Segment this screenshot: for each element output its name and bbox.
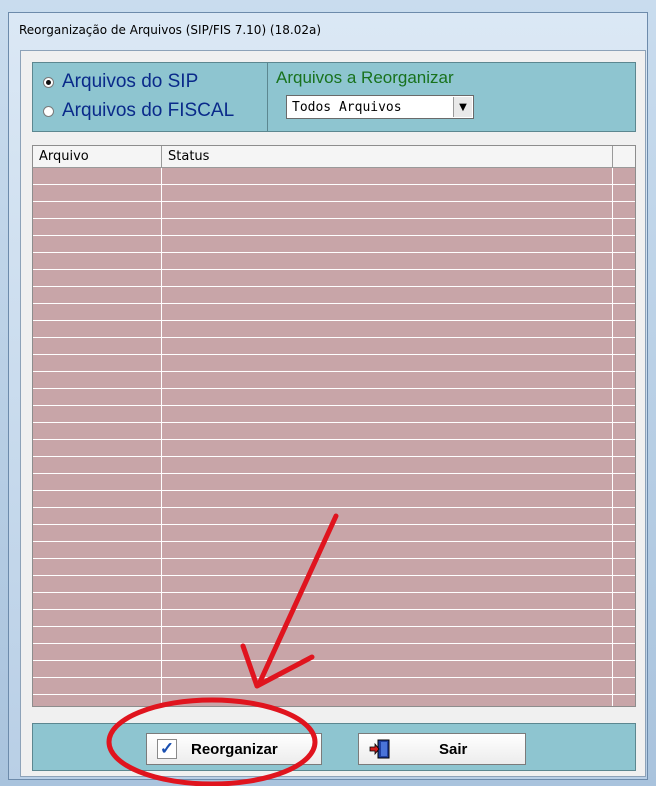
actions-panel: ✓ Reorganizar Sair — [32, 723, 636, 771]
panel-divider — [267, 63, 268, 131]
window-title: Reorganização de Arquivos (SIP/FIS 7.10)… — [19, 23, 322, 37]
exit-door-icon — [369, 738, 391, 760]
grid-column-divider — [161, 168, 162, 706]
source-radio-group: Arquivos do SIP Arquivos do FISCAL — [37, 67, 264, 127]
column-header-status[interactable]: Status — [162, 146, 613, 168]
radio-unselected-indicator[interactable] — [43, 105, 54, 117]
grid-column-divider — [612, 168, 613, 706]
radio-selected-indicator[interactable] — [43, 76, 54, 88]
reorganize-button[interactable]: ✓ Reorganizar — [146, 733, 322, 765]
dropdown-arrow-icon[interactable]: ▼ — [453, 97, 472, 117]
app-window: Reorganização de Arquivos (SIP/FIS 7.10)… — [8, 12, 648, 780]
options-panel: Arquivos do SIP Arquivos do FISCAL Arqui… — [32, 62, 636, 132]
column-header-arquivo[interactable]: Arquivo — [33, 146, 162, 168]
radio-fiscal-label: Arquivos do FISCAL — [62, 100, 235, 121]
window-client-area: Arquivos do SIP Arquivos do FISCAL Arqui… — [20, 50, 646, 777]
grid-body[interactable] — [33, 168, 635, 706]
exit-button-label: Sair — [439, 740, 468, 758]
files-to-reorganize-label: Arquivos a Reorganizar — [276, 68, 454, 87]
grid-header: Arquivo Status — [33, 146, 635, 168]
checkmark-icon: ✓ — [157, 739, 177, 759]
reorganize-button-label: Reorganizar — [191, 740, 278, 758]
radio-fiscal-files[interactable]: Arquivos do FISCAL — [43, 100, 234, 122]
radio-sip-label: Arquivos do SIP — [62, 71, 199, 92]
files-dropdown[interactable]: Todos Arquivos ▼ — [286, 95, 474, 119]
radio-sip-files[interactable]: Arquivos do SIP — [43, 71, 198, 93]
column-header-filler — [613, 146, 635, 168]
exit-button[interactable]: Sair — [358, 733, 526, 765]
files-grid[interactable]: Arquivo Status — [32, 145, 636, 707]
files-dropdown-value: Todos Arquivos — [292, 99, 402, 115]
